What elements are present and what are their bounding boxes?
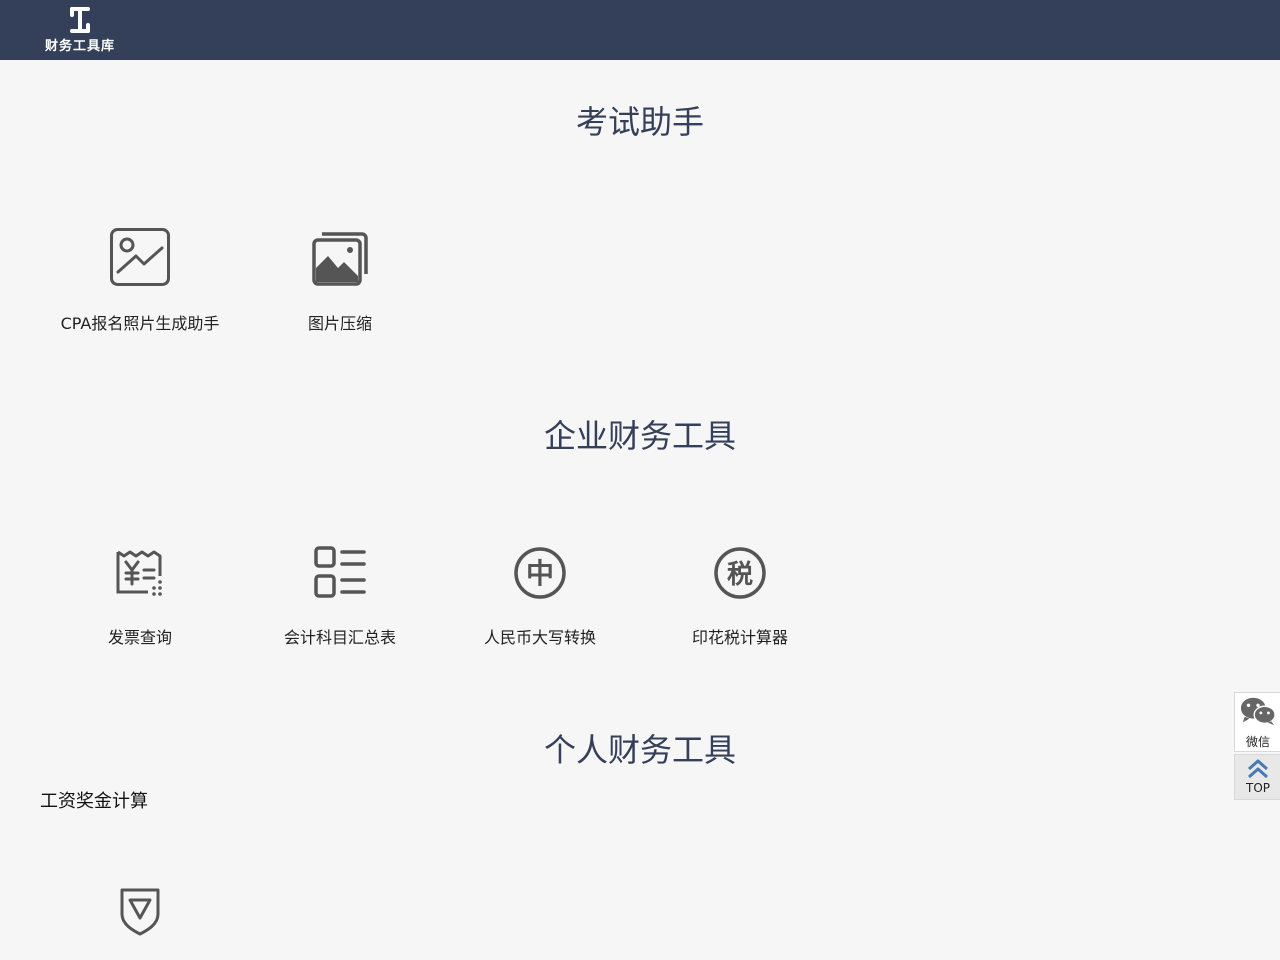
tool-label: CPA报名照片生成助手 xyxy=(60,314,220,333)
side-floating-panel: 微信 TOP xyxy=(1234,692,1280,800)
back-to-top-button[interactable]: TOP xyxy=(1234,754,1280,800)
tool-label: 发票查询 xyxy=(107,628,172,647)
tool-account-summary[interactable]: 会计科目汇总表 xyxy=(240,542,440,662)
svg-text:税: 税 xyxy=(727,560,753,590)
tax-circle-icon: 税 xyxy=(714,547,766,599)
tool-label: 印花税计算器 xyxy=(691,628,788,647)
tool-label: 图片压缩 xyxy=(307,314,372,333)
tool-cpa-photo[interactable]: CPA报名照片生成助手 xyxy=(40,228,240,348)
chart-line-icon xyxy=(110,228,170,286)
zhong-circle-icon: 中 xyxy=(514,547,566,599)
top-header: 财务工具库 xyxy=(0,0,1280,60)
section-title-enterprise: 企业财务工具 xyxy=(543,417,736,455)
wechat-icon xyxy=(1240,697,1276,726)
wechat-label: 微信 xyxy=(1245,735,1270,749)
subsection-title-salary: 工资奖金计算 xyxy=(40,791,148,812)
logo-text: 财务工具库 xyxy=(44,39,115,54)
double-chevron-up-icon xyxy=(1248,759,1268,779)
top-label: TOP xyxy=(1245,781,1270,795)
section-title-exam: 考试助手 xyxy=(575,103,704,141)
svg-text:中: 中 xyxy=(526,557,554,590)
logo-mark-icon xyxy=(70,7,90,33)
tool-label: 会计科目汇总表 xyxy=(283,628,396,647)
tool-salary-calc[interactable] xyxy=(40,880,240,940)
tool-label: 人民币大写转换 xyxy=(483,628,596,647)
tool-invoice-query[interactable]: 发票查询 xyxy=(40,542,240,662)
tool-image-compress[interactable]: 图片压缩 xyxy=(240,228,440,348)
invoice-icon xyxy=(116,550,162,596)
image-icon xyxy=(312,232,368,286)
site-logo[interactable]: 财务工具库 xyxy=(38,4,122,56)
wechat-button[interactable]: 微信 xyxy=(1234,692,1280,752)
shield-icon xyxy=(120,888,160,936)
tool-rmb-uppercase[interactable]: 中 人民币大写转换 xyxy=(440,542,640,662)
list-icon xyxy=(314,546,366,598)
tool-stamp-tax[interactable]: 税 印花税计算器 xyxy=(640,542,840,662)
section-title-personal: 个人财务工具 xyxy=(543,731,736,769)
